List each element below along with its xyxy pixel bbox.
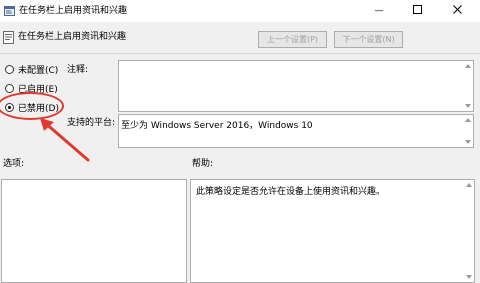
radio-not-configured-circle[interactable] <box>5 64 14 74</box>
comment-scrollbar[interactable] <box>463 64 472 108</box>
scroll-down-icon[interactable] <box>464 140 471 144</box>
next-setting-button[interactable]: 下一个设置(N) <box>334 31 403 48</box>
policy-editor-icon <box>4 5 15 16</box>
platform-scrollbar[interactable] <box>463 118 472 144</box>
maximize-icon <box>412 5 422 17</box>
help-scrollbar[interactable] <box>464 183 473 279</box>
scroll-up-icon[interactable] <box>464 64 471 68</box>
options-panel <box>1 179 187 283</box>
comment-label: 注释: <box>67 65 89 75</box>
scroll-down-icon[interactable] <box>464 104 471 108</box>
header-divider <box>0 53 480 54</box>
radio-enabled-circle[interactable] <box>5 83 14 93</box>
policy-name: 在任务栏上启用资讯和兴趣 <box>18 32 127 42</box>
comment-textarea[interactable] <box>118 60 474 112</box>
radio-not-configured-label[interactable]: 未配置(C) <box>18 63 58 76</box>
close-icon <box>452 5 462 17</box>
scroll-down-icon[interactable] <box>465 275 472 279</box>
close-button[interactable] <box>437 0 477 22</box>
policy-setting-icon <box>3 31 14 44</box>
scroll-up-icon[interactable] <box>465 183 472 187</box>
window-title: 在任务栏上启用资讯和兴趣 <box>19 6 128 16</box>
options-label: 选项: <box>3 159 25 169</box>
previous-setting-button[interactable]: 上一个设置(P) <box>258 31 327 48</box>
scroll-up-icon[interactable] <box>464 118 471 122</box>
minimize-button[interactable]: — <box>359 0 399 22</box>
radio-not-configured[interactable]: 未配置(C) <box>5 62 58 76</box>
minimize-icon: — <box>374 6 384 16</box>
supported-platform-label: 支持的平台: <box>67 118 116 128</box>
help-label: 帮助: <box>192 159 214 169</box>
supported-platform-value: 至少为 Windows Server 2016，Windows 10 <box>121 121 313 131</box>
maximize-button[interactable] <box>397 0 437 22</box>
help-text: 此策略设定是否允许在设备上使用资讯和兴趣。 <box>196 187 386 197</box>
